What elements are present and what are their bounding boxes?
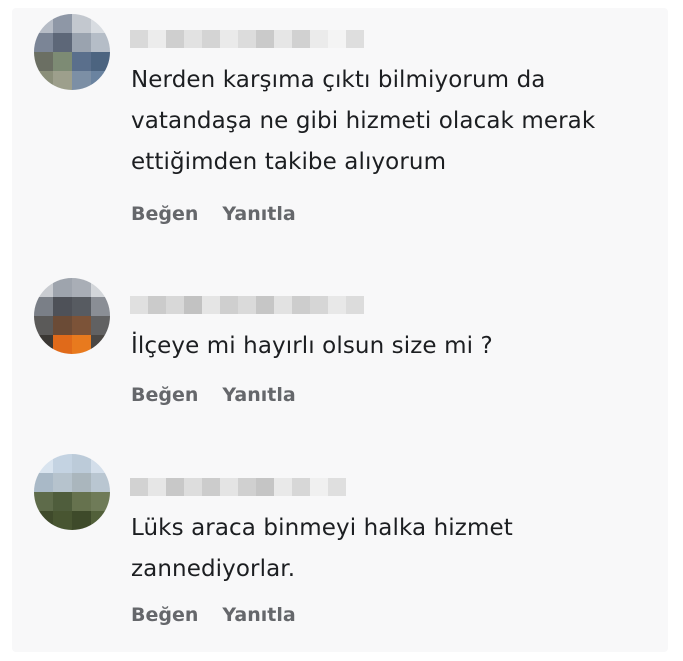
comment-text: Nerden karşıma çıktı bilmiyorum da vatan…	[131, 67, 596, 175]
avatar[interactable]	[34, 14, 110, 90]
like-button[interactable]: Beğen	[131, 203, 198, 225]
author-name[interactable]	[130, 286, 364, 324]
comment-actions: Beğen Yanıtla	[131, 604, 296, 626]
author-name[interactable]	[130, 20, 364, 58]
avatar[interactable]	[34, 454, 110, 530]
comment-text: Lüks araca binmeyi halka hizmet zannediy…	[131, 515, 513, 582]
reply-button[interactable]: Yanıtla	[222, 203, 295, 225]
author-name[interactable]	[130, 468, 346, 506]
comment-actions: Beğen Yanıtla	[131, 203, 296, 225]
comment-actions: Beğen Yanıtla	[131, 384, 296, 406]
comment-text: İlçeye mi hayırlı olsun size mi ?	[131, 333, 493, 359]
like-button[interactable]: Beğen	[131, 604, 198, 626]
like-button[interactable]: Beğen	[131, 384, 198, 406]
reply-button[interactable]: Yanıtla	[222, 604, 295, 626]
comments-panel: Nerden karşıma çıktı bilmiyorum da vatan…	[12, 8, 668, 652]
reply-button[interactable]: Yanıtla	[222, 384, 295, 406]
avatar[interactable]	[34, 278, 110, 354]
